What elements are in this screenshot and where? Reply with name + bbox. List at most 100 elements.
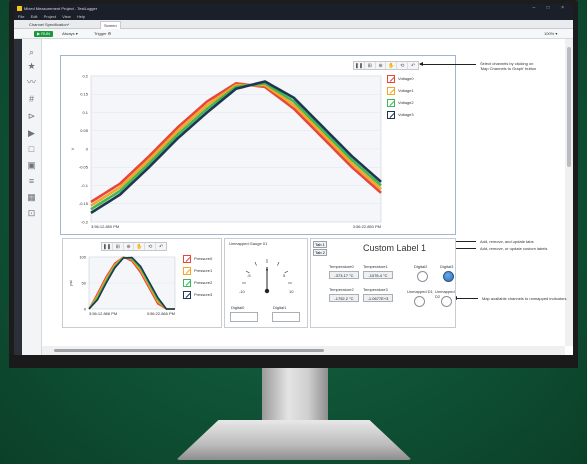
horizontal-scroll-thumb[interactable] bbox=[54, 349, 324, 352]
temperature0-value: -373.17 °C bbox=[329, 271, 359, 279]
gauge-tick bbox=[277, 261, 280, 266]
window-title: Mixed Measurement Project - TestLogger bbox=[24, 6, 98, 11]
monitor-screen: Mixed Measurement Project - TestLogger –… bbox=[14, 4, 573, 355]
legend-item[interactable]: Voltage2 bbox=[387, 98, 414, 108]
temperature3-label: Temperature3 bbox=[363, 287, 388, 292]
y-tick-label: -0.1 bbox=[81, 183, 89, 188]
legend-label: Pressure0 bbox=[194, 256, 213, 261]
trigger-label: Trigger bbox=[94, 31, 107, 36]
play-icon[interactable]: ▶ bbox=[26, 128, 37, 139]
main-graph-panel[interactable]: ❚❚ ⊞ ⊕ ✋ ⟲ ↶ 0.2 0.15 0.1 0.05 0 -0.05 -0.1 -0.… bbox=[60, 55, 456, 235]
legend-swatch bbox=[183, 291, 191, 299]
main-legend: Voltage0 Voltage1 Voltage2 Voltage3 bbox=[387, 74, 414, 122]
gauge-tick bbox=[254, 261, 257, 266]
legend-item[interactable]: Pressure0 bbox=[183, 254, 212, 264]
gauge-dial[interactable]: 0 5 10 -5 -10 bbox=[225, 247, 309, 307]
menu-project[interactable]: Project bbox=[44, 14, 56, 19]
y-tick-label: 0 bbox=[86, 146, 89, 151]
y-tick-label: 0 bbox=[84, 306, 87, 311]
lock-icon[interactable]: ⊡ bbox=[26, 208, 37, 219]
list-icon[interactable]: ≡ bbox=[26, 176, 37, 187]
legend-swatch bbox=[387, 75, 395, 83]
y-tick-label: 100 bbox=[79, 254, 86, 259]
digital3-label: Digital3 bbox=[440, 264, 454, 269]
gauge-tick-label: 5 bbox=[283, 273, 286, 278]
x-tick-label: 3:56:22.866 PM bbox=[147, 311, 175, 316]
table-icon[interactable]: ▦ bbox=[26, 192, 37, 203]
legend-swatch bbox=[183, 255, 191, 263]
legend-swatch bbox=[387, 111, 395, 119]
temperature2-value: -1752.2 °C bbox=[329, 294, 359, 302]
temperature2-label: Temperature2 bbox=[329, 287, 354, 292]
menu-file[interactable]: File bbox=[18, 14, 24, 19]
app-icon bbox=[17, 6, 22, 11]
pressure-graph-panel[interactable]: ❚❚ ⊞ ⊕ ✋ ⟲ ↶ 100 50 0 3:56:12.866 PM 3:56:22… bbox=[62, 238, 222, 328]
document-tabs: Channel Specification* Screen bbox=[14, 20, 573, 29]
tab-screen[interactable]: Screen bbox=[100, 21, 121, 29]
toolbar: ▶ RUN Always ▾ Trigger ⚙ 100% ▾ bbox=[14, 29, 573, 39]
digital1-field[interactable] bbox=[272, 312, 300, 322]
temperature1-value: -1076.4 °C bbox=[363, 271, 393, 279]
project-sidebar[interactable] bbox=[14, 20, 22, 355]
legend-label: Pressure2 bbox=[194, 280, 213, 285]
vertical-scroll-thumb[interactable] bbox=[567, 47, 571, 167]
legend-item[interactable]: Voltage0 bbox=[387, 74, 414, 84]
temperature3-value: -1.0677E+3 bbox=[363, 294, 393, 302]
decoration-icon[interactable]: ▣ bbox=[26, 160, 37, 171]
legend-item[interactable]: Pressure2 bbox=[183, 278, 212, 288]
mode-label: Always bbox=[62, 31, 75, 36]
tab-2[interactable]: Tab 2 bbox=[313, 249, 327, 256]
favorites-icon[interactable]: ★ bbox=[26, 61, 37, 72]
gauge-tick-label: -5 bbox=[247, 273, 251, 278]
digital0-label: Digital0 bbox=[231, 305, 245, 310]
graph-icon[interactable]: 〰 bbox=[26, 77, 37, 88]
annotation-channels: Select channels by clicking on 'Map Chan… bbox=[480, 61, 536, 71]
gauge-tick-label: -10 bbox=[239, 289, 246, 294]
annotation-text: 'Map Channels to Graph' button bbox=[480, 66, 537, 71]
window-controls[interactable]: – □ × bbox=[533, 4, 570, 13]
trigger-button[interactable]: Trigger ⚙ bbox=[94, 29, 111, 39]
tab-channel-specification[interactable]: Channel Specification* bbox=[26, 21, 72, 29]
y-axis-label: psi bbox=[68, 280, 73, 285]
gauge-hub bbox=[264, 288, 270, 294]
legend-swatch bbox=[183, 279, 191, 287]
menu-view[interactable]: View bbox=[62, 14, 71, 19]
container-icon[interactable]: □ bbox=[26, 144, 37, 155]
unmapped-d1-label: Unmapped D1 bbox=[407, 289, 433, 294]
digital2-led bbox=[417, 271, 428, 282]
pressure-legend: Pressure0 Pressure1 Pressure2 Pressure3 bbox=[183, 254, 212, 302]
annotation-unmapped: Map available channels to unmapped indic… bbox=[482, 296, 567, 301]
custom-label: Custom Label 1 bbox=[363, 243, 427, 253]
y-tick-label: -0.15 bbox=[79, 201, 89, 206]
numeric-icon[interactable]: # bbox=[26, 94, 37, 105]
digital0-field[interactable] bbox=[230, 312, 258, 322]
zoom-level[interactable]: 100% ▾ bbox=[544, 29, 557, 39]
legend-swatch bbox=[183, 267, 191, 275]
monitor-chin bbox=[9, 354, 578, 368]
unmapped-d2-led bbox=[441, 296, 452, 307]
x-tick-label: 3:56:22.850 PM bbox=[353, 224, 381, 229]
title-bar: Mixed Measurement Project - TestLogger –… bbox=[14, 4, 573, 13]
run-button[interactable]: ▶ RUN bbox=[34, 31, 53, 37]
horizontal-scrollbar[interactable] bbox=[42, 346, 565, 355]
legend-item[interactable]: Voltage1 bbox=[387, 86, 414, 96]
gauge-title: Unmapped Gauge 01 bbox=[229, 241, 268, 246]
menu-edit[interactable]: Edit bbox=[31, 14, 38, 19]
legend-item[interactable]: Pressure3 bbox=[183, 290, 212, 300]
search-icon[interactable]: ⌕ bbox=[26, 47, 37, 58]
legend-item[interactable]: Pressure1 bbox=[183, 266, 212, 276]
indicator-icon[interactable]: ⊳ bbox=[26, 111, 37, 122]
tab-1[interactable]: Tab 1 bbox=[313, 241, 327, 248]
y-tick-label: -0.05 bbox=[79, 165, 89, 170]
gauge-panel[interactable]: Unmapped Gauge 01 0 5 10 -5 -10 Digital0… bbox=[224, 238, 308, 328]
menu-help[interactable]: Help bbox=[77, 14, 85, 19]
tool-rail: ⌕ ★ 〰 # ⊳ ▶ □ ▣ ≡ ▦ ⊡ bbox=[22, 39, 42, 355]
tab-control-panel[interactable]: Tab 1 Tab 2 Custom Label 1 Temperature0 … bbox=[310, 238, 456, 328]
annotation-arrow bbox=[419, 62, 476, 66]
legend-swatch bbox=[387, 87, 395, 95]
acquisition-mode-select[interactable]: Always ▾ bbox=[62, 29, 78, 39]
digital2-label: Digital2 bbox=[414, 264, 428, 269]
legend-item[interactable]: Voltage3 bbox=[387, 110, 414, 120]
tab-label: Channel Specification* bbox=[29, 22, 70, 27]
annotation-custom-labels: Add, remove, or update custom labels bbox=[480, 246, 548, 251]
